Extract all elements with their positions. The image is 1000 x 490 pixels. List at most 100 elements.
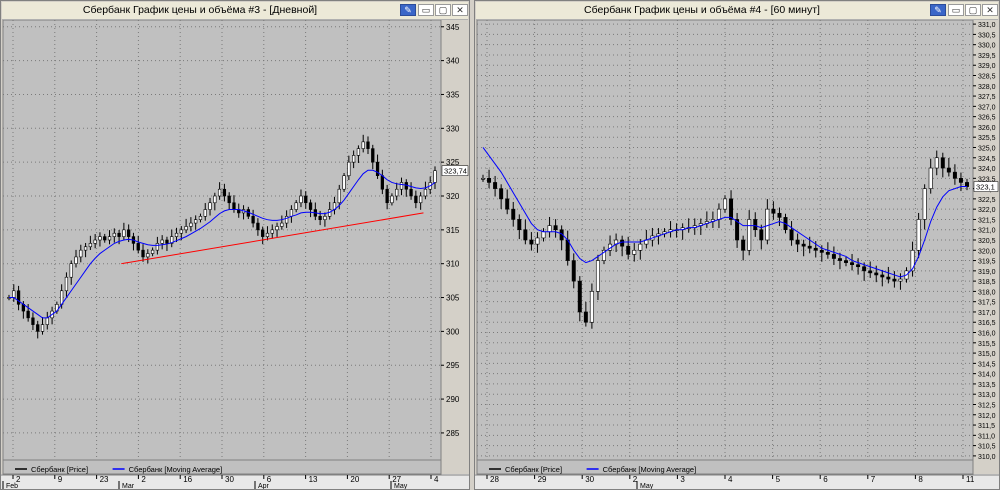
y-tick-label: 285 [446, 429, 460, 438]
candle-body [270, 229, 274, 234]
x-tick-label: 11 [966, 475, 975, 484]
candle-body [898, 278, 903, 282]
candle-body [213, 195, 217, 204]
legend-label: Сбербанк [Moving Average] [603, 465, 697, 474]
candle-body [16, 290, 21, 305]
candle-body [189, 222, 193, 227]
candle-body [765, 208, 770, 241]
candle-body [308, 202, 313, 210]
candle-body [217, 188, 222, 197]
candle-body [361, 141, 365, 149]
candle-body [577, 280, 582, 313]
y-tick-label: 312,0 [978, 413, 996, 420]
y-tick-label: 340 [446, 57, 460, 66]
minimize-button[interactable]: ▭ [418, 4, 434, 16]
candle-body [874, 272, 879, 276]
y-tick-label: 330,0 [978, 43, 996, 50]
candle-body [880, 274, 885, 278]
chart-window-daily[interactable]: Сбербанк График цены и объёма #3 - [Днев… [0, 0, 470, 490]
title-bar[interactable]: Сбербанк График цены и объёма #4 - [60 м… [476, 2, 998, 20]
candle-body [813, 247, 818, 251]
candle-body [583, 311, 588, 323]
candle-body [837, 258, 842, 261]
pin-icon[interactable]: ✎ [930, 4, 946, 16]
candle-body [825, 252, 830, 255]
y-tick-label: 325,5 [978, 135, 996, 142]
candle-body [399, 182, 404, 190]
y-tick-label: 318,5 [978, 279, 996, 286]
candle-body [626, 245, 631, 255]
x-tick-label: 3 [680, 475, 685, 484]
candle-body [529, 239, 534, 245]
y-tick-label: 326,0 [978, 125, 996, 132]
restore-button[interactable]: ▢ [435, 4, 451, 16]
y-tick-label: 328,0 [978, 84, 996, 91]
candle-body [318, 216, 322, 220]
candle-body [198, 216, 203, 220]
candle-body [150, 249, 155, 254]
candle-body [323, 216, 327, 220]
candle-body [265, 232, 270, 237]
candle-body [280, 222, 284, 227]
y-tick-label: 329,5 [978, 53, 996, 60]
month-label: Mar [122, 483, 135, 489]
candle-body [801, 243, 806, 247]
minimize-button[interactable]: ▭ [948, 4, 964, 16]
pin-icon[interactable]: ✎ [400, 4, 416, 16]
candle-body [299, 195, 303, 204]
daily-price-chart[interactable]: 2852902953003053103153203253303353403452… [1, 20, 469, 489]
candle-body [771, 208, 776, 214]
candle-body [380, 175, 384, 190]
close-button[interactable]: ✕ [452, 4, 468, 16]
candle-body [351, 155, 356, 163]
y-tick-label: 319,5 [978, 259, 996, 266]
y-tick-label: 335 [446, 90, 460, 99]
candle-body [940, 157, 945, 169]
x-tick-label: 16 [183, 475, 192, 484]
candle-body [184, 226, 188, 231]
x-tick-label: 7 [871, 475, 876, 484]
restore-button[interactable]: ▢ [965, 4, 981, 16]
hourly-price-chart[interactable]: 310,0 310,5 311,0 311,5 312,0 312,5 313,0 313,5… [475, 20, 999, 489]
x-tick-label: 13 [309, 475, 318, 484]
candle-body [179, 229, 183, 234]
candle-body [83, 246, 88, 251]
chart-window-hourly[interactable]: Сбербанк График цены и объёма #4 - [60 м… [474, 0, 1000, 490]
candle-body [946, 167, 951, 173]
candle-body [40, 324, 45, 332]
y-tick-label: 320 [446, 192, 460, 201]
x-tick-label: 2 [141, 475, 146, 484]
y-tick-label: 317,0 [978, 310, 996, 317]
y-tick-label: 305 [446, 294, 460, 303]
x-tick-label: 29 [538, 475, 547, 484]
candle-body [36, 324, 40, 332]
y-tick-label: 315,5 [978, 341, 996, 348]
y-tick-label: 316,5 [978, 320, 996, 327]
candle-body [789, 229, 794, 241]
title-bar[interactable]: Сбербанк График цены и объёма #3 - [Днев… [2, 2, 468, 20]
y-tick-label: 330,5 [978, 32, 996, 39]
candle-body [203, 209, 207, 217]
candle-body [390, 195, 394, 204]
candle-body [261, 229, 265, 237]
close-button[interactable]: ✕ [982, 4, 998, 16]
legend-label: Сбербанк [Moving Average] [129, 465, 223, 474]
x-tick-label: 8 [918, 475, 923, 484]
candle-body [146, 253, 150, 258]
candle-body [112, 232, 116, 237]
y-tick-label: 318,0 [978, 289, 996, 296]
candle-body [117, 232, 121, 237]
y-tick-label: 312,5 [978, 402, 996, 409]
y-tick-label: 314,5 [978, 361, 996, 368]
candle-body [160, 239, 164, 244]
candle-body [571, 260, 576, 282]
candle-body [69, 263, 73, 278]
candle-body [523, 229, 528, 241]
y-tick-label: 315,0 [978, 351, 996, 358]
candle-body [723, 198, 727, 210]
candle-body [922, 188, 927, 220]
y-tick-label: 310 [446, 260, 460, 269]
candle-body [141, 249, 145, 258]
candle-body [419, 195, 423, 204]
candle-body [632, 249, 637, 255]
